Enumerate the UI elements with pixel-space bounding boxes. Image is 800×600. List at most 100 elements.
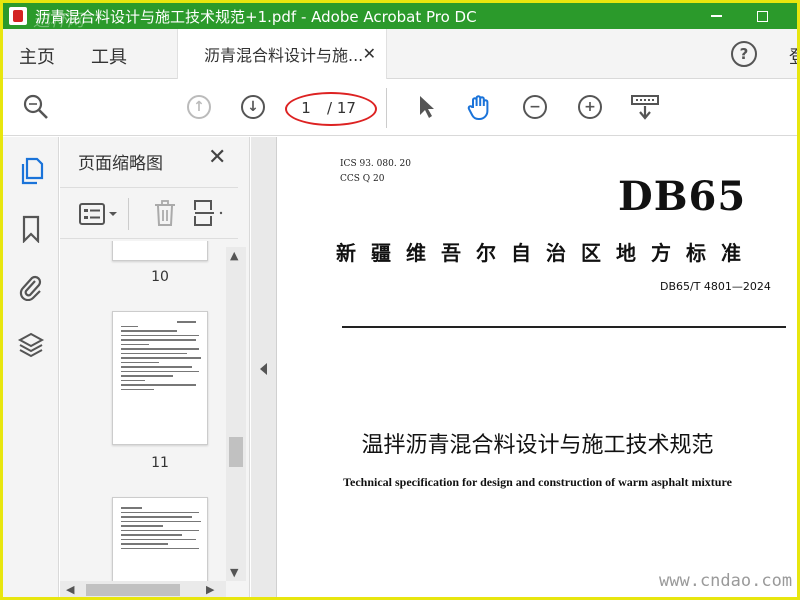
- thumb-text-line: [121, 543, 168, 545]
- maximize-icon: [756, 10, 768, 22]
- tab-home[interactable]: 主页: [19, 43, 55, 69]
- acrobat-icon: [9, 7, 27, 25]
- toolbar-divider: [386, 88, 387, 128]
- layers-button[interactable]: [17, 331, 45, 359]
- hand-icon: [467, 95, 489, 120]
- thumbnail-page-number: 10: [151, 269, 169, 285]
- scrollbar-thumb[interactable]: [229, 437, 243, 467]
- hand-tool-button[interactable]: [465, 92, 495, 122]
- thumbnails-vertical-scrollbar[interactable]: ▲ ▼: [226, 247, 246, 581]
- thumb-text-line: [121, 375, 173, 377]
- thumb-text-line: [121, 325, 138, 327]
- window-title: 沥青混合料设计与施工技术规范+1.pdf - Adobe Acrobat Pro…: [35, 7, 477, 26]
- bookmark-icon: [22, 215, 40, 243]
- extract-page-button[interactable]: [192, 199, 226, 231]
- watermark-top: 迅杯网: [33, 11, 84, 31]
- pointer-icon: [420, 96, 434, 118]
- standard-code: DB65/T 4801—2024: [660, 280, 771, 293]
- thumb-text-line: [121, 357, 201, 359]
- scroll-left-icon[interactable]: ◀: [66, 583, 74, 596]
- watermark-bottom: www.cndao.com: [659, 571, 793, 591]
- zoom-out-button[interactable]: −: [520, 92, 550, 122]
- thumb-text-line: [121, 525, 164, 527]
- sign-in-button[interactable]: 登: [789, 43, 797, 69]
- thumb-text-line: [121, 330, 178, 332]
- ics-code: ICS 93. 080. 20: [340, 159, 411, 169]
- ccs-code: CCS Q 20: [340, 174, 385, 184]
- search-button[interactable]: [21, 92, 51, 122]
- standard-logo: DB65: [618, 173, 747, 220]
- document-subtitle: Technical specification for design and c…: [343, 475, 732, 489]
- arrow-up-icon: ↑: [187, 95, 211, 119]
- thumb-text-line: [121, 361, 159, 363]
- thumbnail-options-button[interactable]: [78, 201, 122, 231]
- thumb-text-line: [121, 529, 199, 531]
- page-thumbnails-button[interactable]: [17, 157, 45, 185]
- thumbnails-list[interactable]: 10 11: [60, 241, 226, 581]
- paperclip-icon: [19, 275, 42, 301]
- minus-icon: −: [523, 95, 547, 119]
- close-thumbnails-button[interactable]: ✕: [208, 145, 226, 170]
- thumbnails-divider: [128, 198, 129, 230]
- app-window: 沥青混合料设计与施工技术规范+1.pdf - Adobe Acrobat Pro…: [0, 0, 800, 600]
- scrollbar-thumb[interactable]: [86, 584, 180, 596]
- thumb-text-line: [121, 520, 201, 522]
- tab-bar: 主页 工具 沥青混合料设计与施... ✕ ? 登: [3, 29, 797, 79]
- thumb-text-line: [121, 511, 199, 513]
- thumb-text-line: [121, 507, 142, 509]
- search-icon: [23, 94, 48, 119]
- thumb-text-line: [121, 534, 183, 536]
- thumbnail-page-number: 11: [151, 455, 169, 471]
- thumbnail-page-12[interactable]: [112, 497, 208, 581]
- thumb-text-line: [121, 352, 187, 354]
- previous-page-button[interactable]: ↑: [184, 92, 214, 122]
- bookmarks-button[interactable]: [17, 215, 45, 243]
- minimize-icon: [710, 15, 722, 17]
- help-button[interactable]: ?: [731, 41, 757, 67]
- thumbnails-toolbar: [60, 187, 238, 239]
- options-menu-icon: [79, 203, 117, 225]
- thumb-text-line: [121, 384, 197, 386]
- minimize-button[interactable]: [701, 3, 731, 29]
- arrow-down-icon: ↓: [241, 95, 265, 119]
- scroll-up-icon[interactable]: ▲: [230, 249, 238, 262]
- zoom-in-button[interactable]: +: [575, 92, 605, 122]
- panel-collapse-handle[interactable]: [251, 137, 277, 597]
- thumb-text-line: [121, 370, 199, 372]
- left-navigation-rail: [3, 137, 59, 597]
- thumb-text-line: [121, 334, 199, 336]
- ics-classification: ICS 93. 080. 20 CCS Q 20: [340, 157, 411, 187]
- scroll-down-icon[interactable]: ▼: [230, 566, 238, 579]
- delete-page-button[interactable]: [152, 199, 178, 231]
- scroll-right-icon[interactable]: ▶: [206, 583, 214, 596]
- standard-heading: 新疆维吾尔自治区地方标准: [336, 241, 756, 265]
- attachments-button[interactable]: [17, 273, 45, 301]
- tab-document[interactable]: 沥青混合料设计与施... ✕: [177, 29, 387, 79]
- document-tab-label: 沥青混合料设计与施...: [204, 46, 364, 65]
- close-tab-button[interactable]: ✕: [363, 44, 376, 63]
- header-rule: [342, 326, 786, 328]
- annotation-highlight-oval: [285, 92, 377, 126]
- page-display-button[interactable]: [630, 92, 660, 122]
- thumb-text-line: [121, 339, 197, 341]
- thumb-text-line: [121, 547, 199, 549]
- select-tool-button[interactable]: [411, 92, 441, 122]
- next-page-button[interactable]: ↓: [238, 92, 268, 122]
- pages-icon: [21, 157, 44, 185]
- thumbnails-horizontal-scrollbar[interactable]: ◀ ▶: [60, 581, 226, 597]
- layers-icon: [17, 332, 45, 358]
- thumb-text-line: [121, 388, 154, 390]
- thumb-text-line: [121, 348, 199, 350]
- thumbnails-panel-title: 页面缩略图: [78, 154, 163, 174]
- thumbnail-page-11[interactable]: [112, 311, 208, 445]
- document-view[interactable]: ICS 93. 080. 20 CCS Q 20 DB65 新疆维吾尔自治区地方…: [278, 137, 797, 597]
- thumbnails-panel: 页面缩略图 ✕ 10 11 ▲ ▼ ◀ ▶: [60, 137, 250, 597]
- maximize-button[interactable]: [747, 3, 777, 29]
- thumbnail-page-10[interactable]: [112, 241, 208, 261]
- plus-icon: +: [578, 95, 602, 119]
- thumb-text-line: [121, 343, 150, 345]
- trash-icon: [155, 200, 175, 226]
- tab-tools[interactable]: 工具: [91, 43, 127, 69]
- page-display-icon: [631, 95, 659, 120]
- extract-pages-icon: [194, 200, 223, 226]
